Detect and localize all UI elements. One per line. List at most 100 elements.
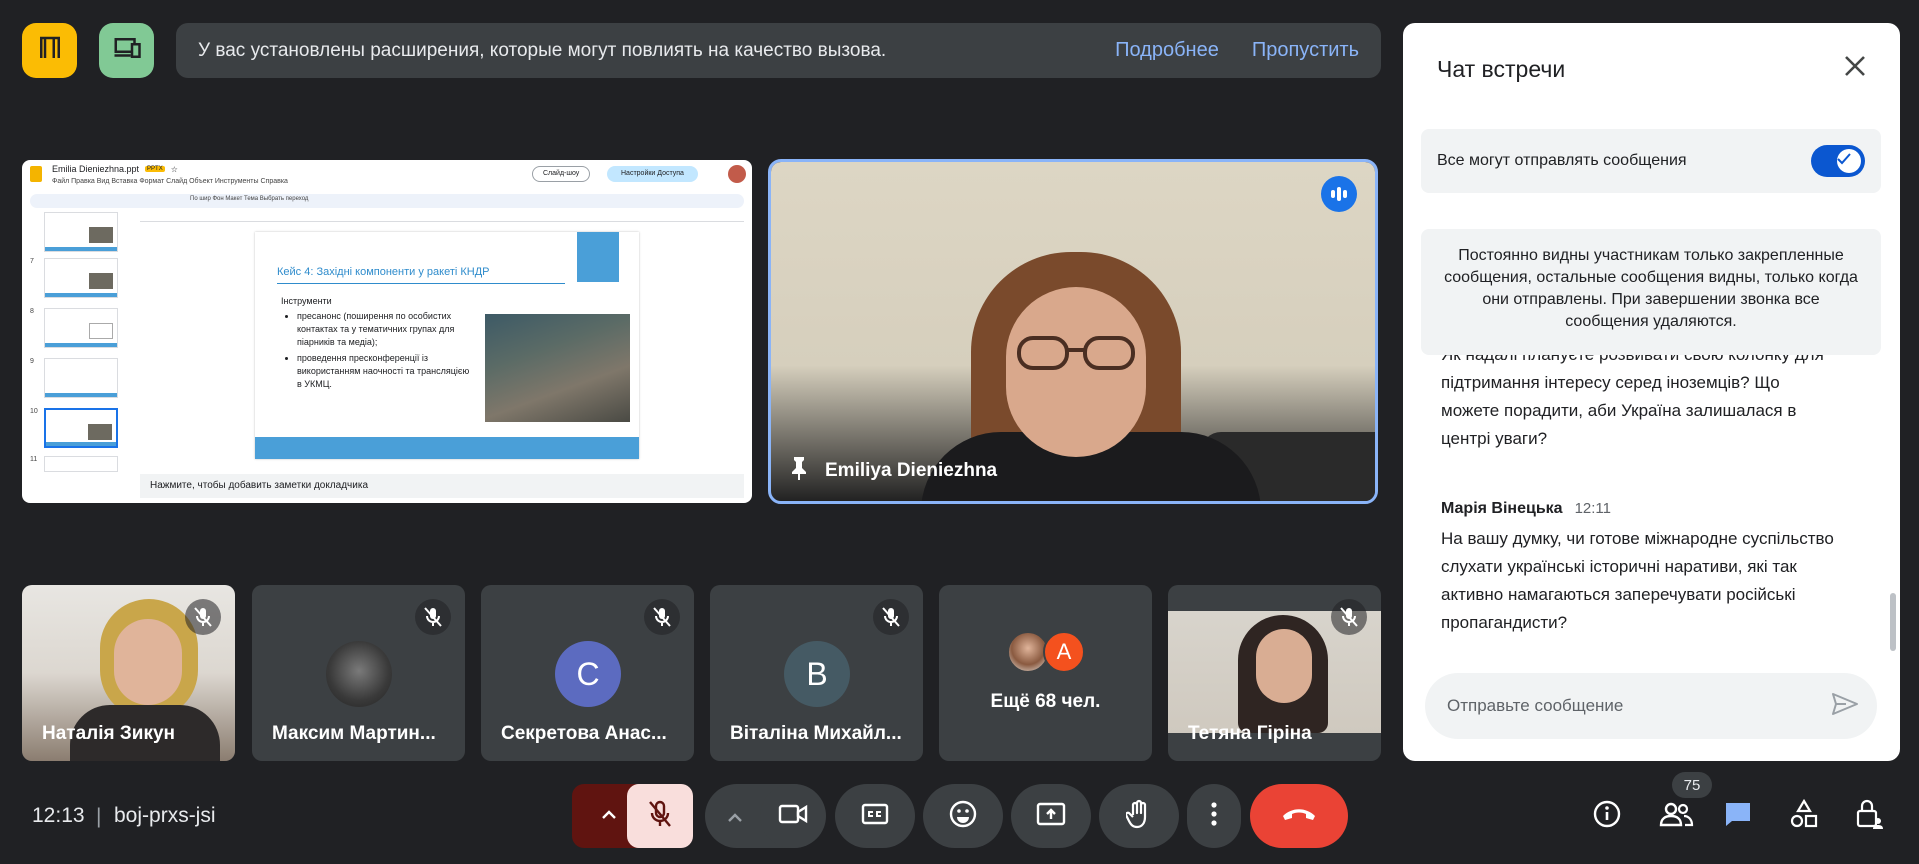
reactions-button[interactable]: [923, 784, 1003, 848]
participant-tile[interactable]: С Секретова Анас...: [481, 585, 694, 761]
slides-toolbar[interactable]: По шир Фон Макет Тема Выбрать переход: [30, 194, 744, 208]
devices-button[interactable]: [99, 23, 154, 78]
mic-off-icon: [1331, 599, 1367, 635]
send-icon[interactable]: [1831, 692, 1859, 721]
toolbar-labels: По шир Фон Макет Тема Выбрать переход: [190, 196, 309, 202]
more-options-button[interactable]: [1187, 784, 1241, 848]
chat-message: На вашу думку, чи готове міжнародне сусп…: [1441, 529, 1834, 632]
close-icon: [1844, 55, 1866, 82]
mic-off-icon: [644, 599, 680, 635]
participant-avatar: [326, 641, 392, 707]
star-icon[interactable]: ☆: [171, 165, 178, 174]
user-avatar[interactable]: [728, 165, 746, 183]
door-icon: [35, 33, 65, 68]
participant-avatar: С: [555, 641, 621, 707]
slide-bullets: пресанонс (поширення по особистих контак…: [297, 310, 472, 394]
slide-decoration: [577, 232, 619, 282]
chat-button[interactable]: [1722, 800, 1754, 832]
participant-tile[interactable]: Максим Мартин...: [252, 585, 465, 761]
companion-mode-button[interactable]: [22, 23, 77, 78]
participant-tile[interactable]: Тетяна Гіріна: [1168, 585, 1381, 761]
chat-input-box[interactable]: [1425, 673, 1877, 739]
chat-message-input[interactable]: [1447, 696, 1831, 716]
extensions-warning-banner: У вас установлены расширения, которые мо…: [176, 23, 1381, 78]
slide-photo: [485, 314, 630, 422]
participant-name: Максим Мартин...: [272, 723, 436, 744]
banner-message: У вас установлены расширения, которые мо…: [198, 39, 887, 61]
pinned-video-tile[interactable]: Emiliya Dieniezhna: [768, 159, 1378, 504]
more-participants-label: Ещё 68 чел.: [990, 691, 1101, 712]
host-controls-button[interactable]: [1854, 798, 1886, 835]
leave-call-button[interactable]: [1250, 784, 1348, 848]
banner-skip-link[interactable]: Пропустить: [1252, 39, 1359, 62]
emoji-icon: [949, 800, 977, 833]
share-settings-button[interactable]: Настройки Доступа: [607, 166, 698, 182]
chat-scrollbar[interactable]: [1890, 593, 1896, 651]
activities-button[interactable]: [1788, 798, 1820, 834]
thumb-number: 9: [30, 358, 34, 365]
chat-title: Чат встречи: [1437, 56, 1566, 82]
slide-thumbnail[interactable]: [44, 212, 118, 252]
participant-name: Віталіна Михайл...: [730, 723, 902, 744]
camera-toggle-button[interactable]: [760, 784, 826, 848]
allow-messages-toggle[interactable]: [1811, 145, 1865, 177]
mic-off-icon: [185, 599, 221, 635]
close-chat-button[interactable]: [1840, 53, 1870, 83]
presentation-tile[interactable]: Emilia Dieniezhna.ppt PPTX ☆ Файл Правка…: [22, 160, 752, 503]
closed-captions-icon: [861, 803, 889, 830]
current-slide[interactable]: Кейс 4: Західні компоненти у ракеті КНДР…: [255, 232, 639, 459]
people-button[interactable]: [1656, 800, 1696, 832]
slide-thumbnail[interactable]: [44, 456, 118, 472]
participant-name: Наталія Зикун: [42, 723, 176, 744]
participant-name: Секретова Анас...: [501, 723, 667, 744]
participant-avatar: В: [784, 641, 850, 707]
end-call-icon: [1281, 806, 1317, 827]
slide-thumbnail-selected[interactable]: [44, 408, 118, 448]
present-icon: [1036, 802, 1066, 831]
mic-off-icon: [415, 599, 451, 635]
microphone-toggle-button[interactable]: [627, 784, 693, 848]
more-participants-tile[interactable]: А Ещё 68 чел.: [939, 585, 1152, 761]
thumb-number: 11: [30, 456, 38, 463]
speaking-indicator-icon: [1321, 176, 1357, 212]
participant-tile[interactable]: В Віталіна Михайл...: [710, 585, 923, 761]
activities-icon: [1789, 798, 1819, 834]
slide-thumbnail[interactable]: [44, 258, 118, 298]
camera-icon: [778, 803, 808, 830]
speaker-notes[interactable]: Нажмите, чтобы добавить заметки докладчи…: [140, 474, 744, 498]
allow-messages-row: Все могут отправлять сообщения: [1421, 129, 1881, 193]
captions-button[interactable]: [835, 784, 915, 848]
people-icon: [1658, 801, 1694, 832]
raise-hand-button[interactable]: [1099, 784, 1179, 848]
thumb-number: 7: [30, 258, 34, 265]
glasses-shape: [1017, 336, 1135, 370]
meeting-code: boj-prxs-jsi: [114, 804, 216, 827]
toggle-label: Все могут отправлять сообщения: [1437, 152, 1687, 169]
hand-icon: [1124, 799, 1152, 834]
slide-thumbnails[interactable]: 7 8 9 10 11: [30, 212, 140, 474]
chat-messages[interactable]: Як надалі плануєте розвивати свою колонк…: [1441, 353, 1871, 653]
slide-title: Кейс 4: Західні компоненти у ракеті КНДР: [277, 266, 490, 278]
message-time: 12:11: [1574, 500, 1611, 517]
chat-sender: Марія Вінецька 12:11: [1441, 495, 1611, 523]
thumb-number: 8: [30, 308, 34, 315]
mic-off-icon: [649, 800, 671, 833]
participants-count-badge: 75: [1672, 772, 1712, 798]
meeting-details-button[interactable]: [1591, 800, 1623, 832]
clock: 12:13: [32, 804, 85, 827]
slide-thumbnail[interactable]: [44, 358, 118, 398]
more-vert-icon: [1211, 801, 1217, 831]
banner-more-link[interactable]: Подробнее: [1115, 39, 1219, 62]
check-icon: [1837, 152, 1861, 170]
chevron-up-icon: [727, 810, 743, 828]
chat-icon: [1723, 800, 1753, 833]
info-icon: [1592, 799, 1622, 834]
slideshow-button[interactable]: Слайд-шоу: [532, 166, 591, 182]
slides-menu-bar[interactable]: Файл Правка Вид Вставка Формат Слайд Объ…: [52, 178, 288, 185]
pin-icon[interactable]: [789, 455, 809, 487]
present-screen-button[interactable]: [1011, 784, 1091, 848]
lock-person-icon: [1855, 798, 1885, 835]
participant-tile[interactable]: Наталія Зикун: [22, 585, 235, 761]
slide-thumbnail[interactable]: [44, 308, 118, 348]
chat-info-notice: Постоянно видны участникам только закреп…: [1421, 229, 1881, 355]
